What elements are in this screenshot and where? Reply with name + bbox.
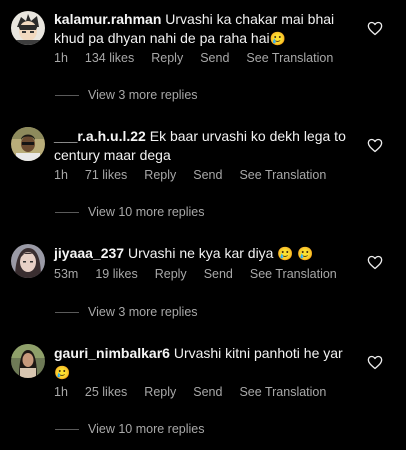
avatar[interactable] [11,127,45,161]
see-translation-button[interactable]: See Translation [250,267,337,281]
likes-count[interactable]: 71 likes [85,168,127,182]
view-more-replies-button[interactable]: View 10 more replies [55,422,205,436]
comment-username[interactable]: ___r.a.h.u.l.22 [54,128,146,144]
divider-line [55,95,79,97]
view-more-replies-button[interactable]: View 3 more replies [55,88,198,102]
avatar[interactable] [11,11,45,45]
see-translation-button[interactable]: See Translation [239,385,326,399]
reply-button[interactable]: Reply [155,267,187,281]
comment-time: 1h [54,51,68,65]
view-more-label: View 10 more replies [88,205,205,219]
emoji: 🥲 [54,365,71,380]
avatar[interactable] [11,244,45,278]
divider-line [55,429,79,431]
comment-body: Urvashi kitni panhoti he yar [173,345,343,361]
send-button[interactable]: Send [193,385,222,399]
comment-time: 1h [54,168,68,182]
comment-meta: 1h 71 likes Reply Send See Translation [54,168,326,182]
divider-line [55,212,79,214]
view-more-label: View 3 more replies [88,305,198,319]
view-more-replies-button[interactable]: View 10 more replies [55,205,205,219]
view-more-replies-button[interactable]: View 3 more replies [55,305,198,319]
emoji: 🥲 🥲 [277,246,314,261]
reply-button[interactable]: Reply [144,385,176,399]
send-button[interactable]: Send [204,267,233,281]
avatar-photo-icon [11,244,45,278]
send-button[interactable]: Send [200,51,229,65]
likes-count[interactable]: 25 likes [85,385,127,399]
comment-username[interactable]: gauri_nimbalkar6 [54,345,170,361]
heart-outline-icon[interactable] [367,21,383,36]
likes-count[interactable]: 134 likes [85,51,134,65]
likes-count[interactable]: 19 likes [95,267,137,281]
heart-outline-icon[interactable] [367,138,383,153]
avatar-anime-icon [11,11,45,45]
comment-text: ___r.a.h.u.l.22 Ek baar urvashi ko dekh … [54,127,354,165]
reply-button[interactable]: Reply [144,168,176,182]
send-button[interactable]: Send [193,168,222,182]
see-translation-button[interactable]: See Translation [239,168,326,182]
comment-username[interactable]: kalamur.rahman [54,11,161,27]
avatar[interactable] [11,344,45,378]
comment-text: kalamur.rahman Urvashi ka chakar mai bha… [54,10,354,48]
view-more-label: View 10 more replies [88,422,205,436]
comment-username[interactable]: jiyaaa_237 [54,245,124,261]
comment-text: jiyaaa_237 Urvashi ne kya kar diya 🥲 🥲 [54,244,354,263]
comment-text: gauri_nimbalkar6 Urvashi kitni panhoti h… [54,344,354,382]
comment-meta: 1h 134 likes Reply Send See Translation [54,51,333,65]
avatar-photo-icon [11,344,45,378]
see-translation-button[interactable]: See Translation [246,51,333,65]
heart-outline-icon[interactable] [367,355,383,370]
comment-meta: 1h 25 likes Reply Send See Translation [54,385,326,399]
reply-button[interactable]: Reply [151,51,183,65]
comment-time: 1h [54,385,68,399]
view-more-label: View 3 more replies [88,88,198,102]
heart-outline-icon[interactable] [367,255,383,270]
comment-time: 53m [54,267,79,281]
avatar-photo-icon [11,127,45,161]
comment-meta: 53m 19 likes Reply Send See Translation [54,267,337,281]
divider-line [55,312,79,314]
comment-body: Urvashi ne kya kar diya [127,245,274,261]
emoji: 🥲 [269,31,286,46]
